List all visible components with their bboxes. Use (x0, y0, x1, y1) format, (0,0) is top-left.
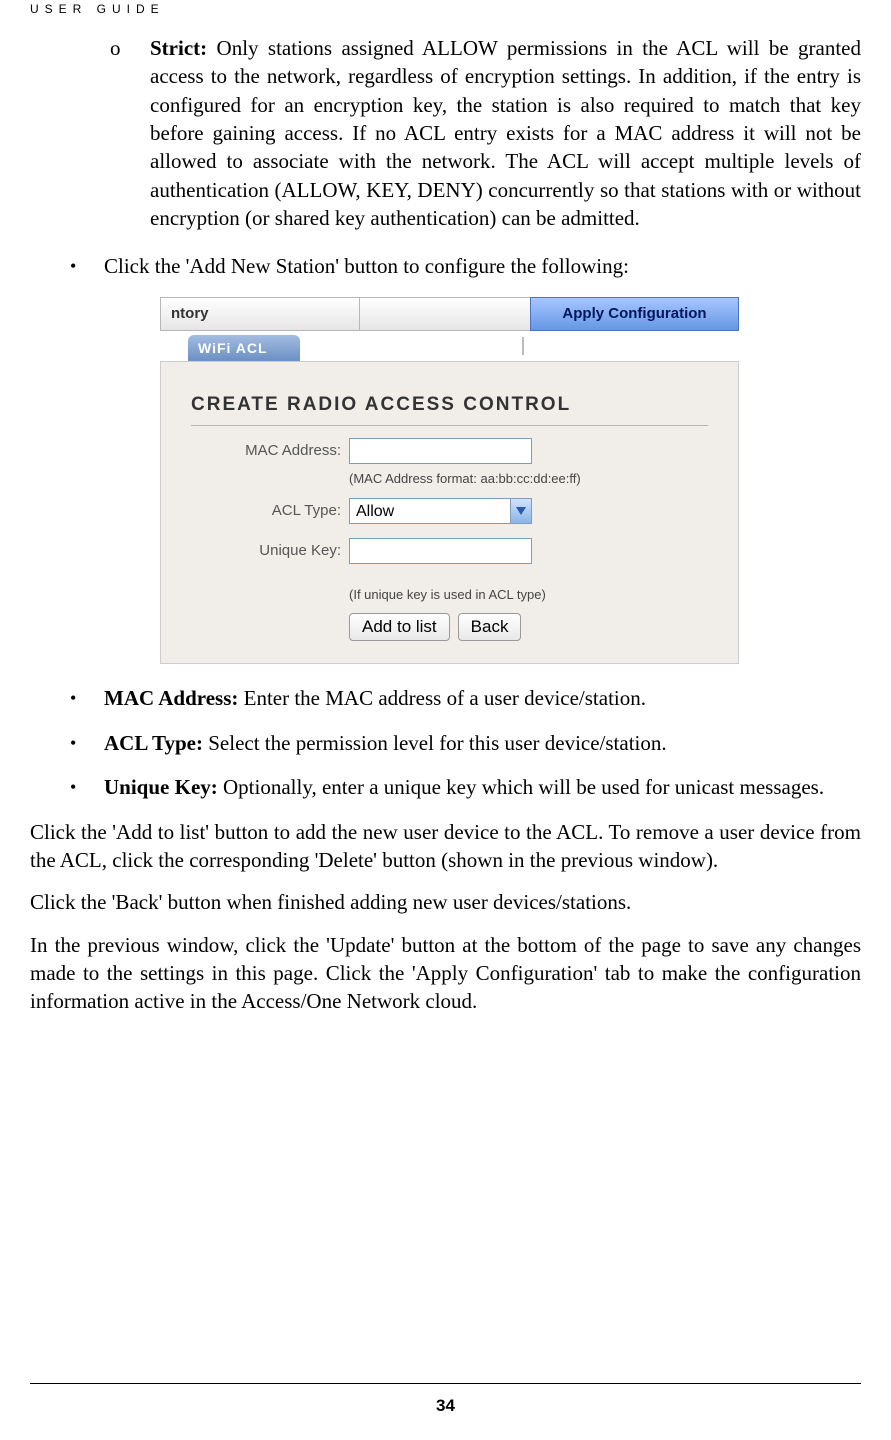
panel-title: CREATE RADIO ACCESS CONTROL (191, 392, 708, 418)
page-number: 34 (0, 1396, 891, 1416)
mac-address-input[interactable] (349, 438, 532, 464)
tab-separator (522, 337, 524, 355)
back-button[interactable]: Back (458, 613, 522, 641)
strict-text: Only stations assigned ALLOW permissions… (150, 36, 861, 230)
acl-type-def-label: ACL Type: (104, 731, 203, 755)
embedded-screenshot: ntory Apply Configuration WiFi ACL CREAT… (160, 297, 739, 665)
list-item: • Click the 'Add New Station' button to … (70, 252, 861, 280)
list-item: • MAC Address: Enter the MAC address of … (70, 684, 861, 712)
toolbar-spacer (360, 297, 530, 331)
bullet-marker: • (70, 684, 104, 712)
intro-bullet-text: Click the 'Add New Station' button to co… (104, 252, 861, 280)
footer-rule (30, 1383, 861, 1384)
mac-address-label: MAC Address: (191, 441, 349, 461)
list-item: • Unique Key: Optionally, enter a unique… (70, 773, 861, 801)
unique-key-def-label: Unique Key: (104, 775, 218, 799)
unique-key-input[interactable] (349, 538, 532, 564)
running-header: USER GUIDE (30, 0, 861, 24)
list-item: • ACL Type: Select the permission level … (70, 729, 861, 757)
unique-key-def-text: Optionally, enter a unique key which wil… (218, 775, 824, 799)
list-marker: o (110, 34, 150, 232)
mac-format-hint: (MAC Address format: aa:bb:cc:dd:ee:ff) (349, 470, 708, 488)
acl-type-def-text: Select the permission level for this use… (203, 731, 667, 755)
strict-label: Strict: (150, 36, 207, 60)
acl-type-select[interactable]: Allow (349, 498, 532, 524)
inventory-tab-fragment[interactable]: ntory (160, 297, 360, 331)
mac-address-def-label: MAC Address: (104, 686, 238, 710)
bullet-marker: • (70, 252, 104, 280)
paragraph-update: In the previous window, click the 'Updat… (30, 931, 861, 1016)
mac-address-def-text: Enter the MAC address of a user device/s… (238, 686, 646, 710)
chevron-down-icon[interactable] (510, 499, 531, 523)
acl-type-value: Allow (350, 499, 510, 523)
panel-divider (191, 425, 708, 426)
unique-key-hint: (If unique key is used in ACL type) (349, 586, 708, 604)
acl-type-label: ACL Type: (191, 501, 349, 521)
paragraph-add-to-list: Click the 'Add to list' button to add th… (30, 818, 861, 875)
unique-key-label: Unique Key: (191, 541, 349, 561)
apply-configuration-tab[interactable]: Apply Configuration (530, 297, 739, 331)
add-to-list-button[interactable]: Add to list (349, 613, 450, 641)
list-item-strict: o Strict: Only stations assigned ALLOW p… (110, 34, 861, 232)
bullet-marker: • (70, 729, 104, 757)
bullet-marker: • (70, 773, 104, 801)
paragraph-back: Click the 'Back' button when finished ad… (30, 888, 861, 916)
wifi-acl-tab[interactable]: WiFi ACL (188, 335, 300, 361)
